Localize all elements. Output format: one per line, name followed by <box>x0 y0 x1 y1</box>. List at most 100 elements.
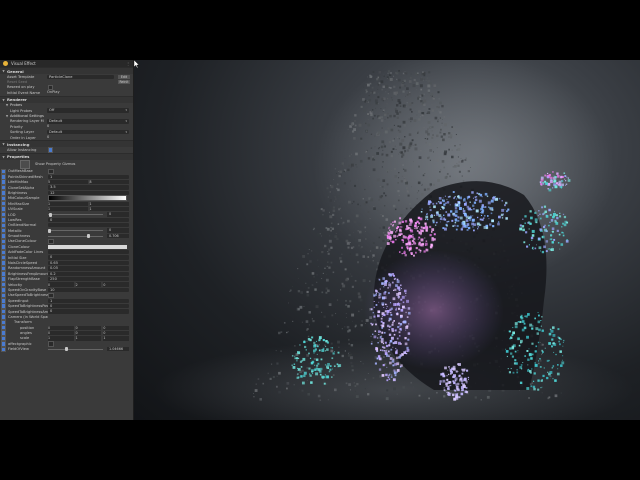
property-label: UseSpeedToBrightness <box>8 293 48 298</box>
priority-label: Priority <box>10 124 23 129</box>
component-icon <box>3 61 8 66</box>
slider-handle[interactable] <box>64 347 68 352</box>
property-value-field[interactable]: 3.5 <box>48 185 129 190</box>
order-in-layer-field[interactable]: 0 <box>47 135 133 140</box>
property-label: scale <box>20 336 30 341</box>
property-value-field[interactable]: 250 <box>48 277 129 282</box>
property-slider[interactable] <box>48 228 103 233</box>
section-general[interactable]: ▼ General <box>0 67 133 74</box>
property-value-field[interactable]: 1 <box>48 298 129 303</box>
property-row: scale 1 1 1 <box>0 335 133 342</box>
sorting-layer-label: Sorting Layer <box>10 130 35 135</box>
property-slider[interactable] <box>48 212 103 217</box>
vector-component-y[interactable]: 1 <box>89 206 129 212</box>
property-label: PointsSkinnedMesh <box>8 174 43 179</box>
initial-event-field[interactable]: OnPlay <box>47 90 133 95</box>
slider-handle[interactable] <box>48 228 51 233</box>
inspector-titlebar[interactable]: Visual Effect ⋮ <box>0 60 133 67</box>
property-value-field[interactable]: 0 <box>48 255 129 260</box>
initial-event-row: Initial Event Name OnPlay <box>0 90 133 95</box>
sorting-layer-dropdown[interactable]: Default <box>47 130 129 135</box>
property-row: PointsSkinnedMesh 1 <box>0 174 133 180</box>
vector-component-x[interactable]: 1 <box>48 206 88 212</box>
vector-component-x[interactable]: 5 <box>48 179 88 185</box>
vector-component-x[interactable]: 1 <box>48 336 74 341</box>
property-value-field[interactable] <box>48 250 129 255</box>
property-row: UVScale 1 1 <box>0 206 133 212</box>
section-renderer[interactable]: ▼ Renderer <box>0 95 133 103</box>
vector-component-y[interactable]: 1 <box>75 336 102 341</box>
property-label: CloneColour <box>8 244 30 249</box>
vector-component-value: 5 <box>48 180 51 185</box>
property-label: angles <box>20 331 32 336</box>
property-slider[interactable] <box>48 347 103 352</box>
vector-component-z[interactable]: 0 <box>103 325 130 330</box>
vector-component-z[interactable]: 0 <box>103 282 130 287</box>
vector-component-x[interactable]: 0 <box>48 325 74 330</box>
property-label: SpeedToBrightnessPower <box>8 304 48 309</box>
property-label: Velocity <box>8 282 23 287</box>
vector-field: 1 1 1 <box>48 336 130 341</box>
rendering-layer-dropdown[interactable]: Default <box>47 119 129 124</box>
scene-viewport[interactable] <box>134 60 640 420</box>
section-instancing[interactable]: ▼ Instancing <box>0 140 133 148</box>
property-slider[interactable] <box>48 234 103 239</box>
vector-component-y[interactable]: 2 <box>75 282 102 287</box>
property-label: LOD <box>8 212 16 217</box>
vector-component-z[interactable]: 1 <box>103 336 130 341</box>
property-toggle[interactable] <box>48 341 54 347</box>
asset-template-label: Asset Template <box>7 74 35 79</box>
allow-instancing-checkbox[interactable] <box>48 147 53 153</box>
asset-template-field[interactable]: ParticleClone <box>47 74 114 79</box>
vector-field: 11 <box>48 206 129 212</box>
vector-component-y[interactable]: 0 <box>75 325 102 330</box>
vector-component-y[interactable]: 0 <box>75 330 102 336</box>
property-toggle[interactable] <box>48 168 54 175</box>
vector-component-y[interactable]: 1 <box>89 201 129 206</box>
property-label: UseCloneColour <box>8 239 37 244</box>
gizmo-toggle-button[interactable] <box>20 159 30 169</box>
property-label: Metallic <box>8 228 22 233</box>
gradient-field[interactable] <box>48 195 127 202</box>
property-toggle[interactable] <box>48 292 54 299</box>
rendering-layer-row: Rendering Layer M Default <box>0 119 133 124</box>
kebab-menu-icon[interactable]: ⋮ <box>126 61 130 66</box>
property-value-field[interactable]: 0 <box>48 303 129 309</box>
property-value-field[interactable]: 0 <box>48 309 129 314</box>
vector-component-z[interactable]: 0 <box>103 330 130 336</box>
vector-component-x[interactable]: 1 <box>48 201 88 206</box>
light-probes-dropdown[interactable]: Off <box>47 108 129 113</box>
priority-field[interactable]: 0 <box>47 124 133 129</box>
slider-value-field[interactable]: 0 <box>107 228 129 233</box>
property-row: RandomnessAmount 0.05 <box>0 265 133 272</box>
vector-field: 0 0 0 <box>48 325 130 330</box>
property-value-field[interactable]: 1 <box>48 174 129 179</box>
vector-component-y[interactable]: 8 <box>89 179 129 185</box>
collapse-triangle-icon[interactable]: ▼ <box>0 69 7 73</box>
color-swatch[interactable] <box>48 244 127 249</box>
property-value-field[interactable]: 10 <box>48 287 129 293</box>
vector-component-x[interactable]: 0 <box>48 282 74 287</box>
slider-value-field[interactable]: 1.04666 <box>107 347 129 352</box>
collapse-triangle-icon[interactable]: ▼ <box>0 155 7 159</box>
property-value-field[interactable] <box>48 223 129 228</box>
edit-button[interactable]: Edit <box>118 74 130 79</box>
property-row: CloneColour <box>0 244 133 250</box>
vector-component-x[interactable]: 0 <box>48 330 74 336</box>
vector-component-value: 2 <box>75 282 78 287</box>
slider-handle[interactable] <box>49 212 53 217</box>
property-value-field[interactable]: 0 <box>48 217 129 223</box>
slider-handle[interactable] <box>86 234 90 239</box>
collapse-triangle-icon[interactable]: ▼ <box>0 98 7 102</box>
slider-value-field[interactable]: 0.706 <box>107 233 129 239</box>
collapse-triangle-icon[interactable]: ▼ <box>0 142 7 146</box>
additional-settings-label: Additional Settings <box>10 114 44 119</box>
property-value-field[interactable]: 0.2 <box>48 271 129 276</box>
section-properties[interactable]: ▼ Properties <box>0 152 133 160</box>
property-toggle[interactable] <box>48 238 54 245</box>
rendering-layer-label: Rendering Layer M <box>10 119 44 124</box>
property-value-field[interactable]: 0.05 <box>48 266 129 271</box>
property-value-field[interactable]: 0.65 <box>48 260 129 266</box>
slider-value-field[interactable]: 0 <box>107 212 129 217</box>
reinit-button[interactable]: Reinit <box>118 79 130 85</box>
